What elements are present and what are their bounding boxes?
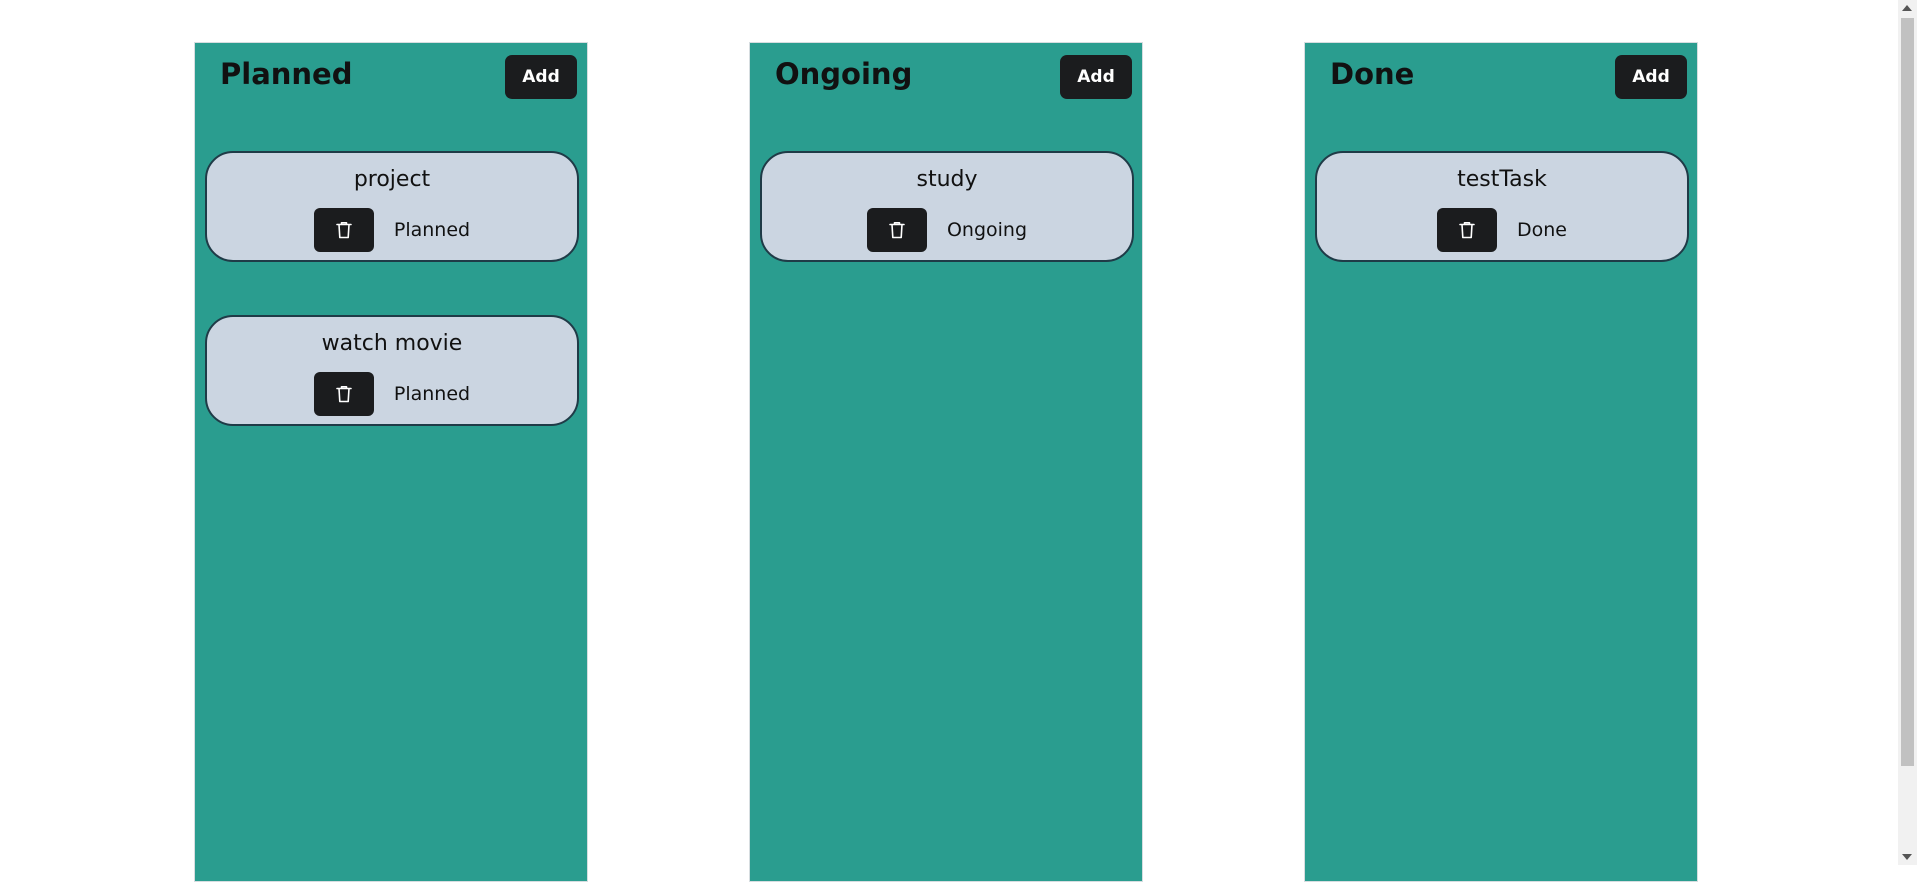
scrollbar-thumb[interactable]: [1901, 18, 1914, 766]
task-actions: Done: [1317, 208, 1687, 252]
delete-task-button[interactable]: [866, 208, 927, 252]
delete-task-button[interactable]: [313, 372, 374, 416]
trash-icon: [336, 222, 352, 239]
task-title: watch movie: [321, 331, 463, 356]
task-card: watch movie Planned: [205, 315, 579, 426]
task-status: Planned: [393, 383, 471, 405]
column-planned: Planned Add project Planned watch movie: [194, 42, 588, 882]
column-title: Planned: [220, 57, 353, 91]
delete-task-button[interactable]: [313, 208, 374, 252]
vertical-scrollbar[interactable]: [1898, 0, 1917, 865]
task-title: project: [353, 167, 431, 192]
task-title: study: [916, 167, 978, 192]
add-task-button[interactable]: Add: [1060, 55, 1132, 99]
column-title: Done: [1330, 57, 1415, 91]
add-task-button[interactable]: Add: [1615, 55, 1687, 99]
task-status: Done: [1517, 219, 1567, 241]
task-card: project Planned: [205, 151, 579, 262]
trash-icon: [1459, 222, 1475, 239]
task-status: Planned: [393, 219, 471, 241]
trash-icon: [336, 386, 352, 403]
task-card: testTask Done: [1315, 151, 1689, 262]
delete-task-button[interactable]: [1437, 208, 1497, 252]
task-actions: Planned: [207, 372, 577, 416]
scroll-down-arrow-icon[interactable]: [1902, 854, 1912, 860]
task-card: study Ongoing: [760, 151, 1134, 262]
trash-icon: [889, 222, 905, 239]
task-status: Ongoing: [946, 219, 1028, 241]
task-actions: Planned: [207, 208, 577, 252]
kanban-board: Planned Add project Planned watch movie: [0, 0, 1898, 882]
column-title: Ongoing: [775, 57, 913, 91]
task-title: testTask: [1457, 167, 1547, 192]
scroll-up-arrow-icon[interactable]: [1902, 5, 1912, 11]
column-done: Done Add testTask Done: [1304, 42, 1698, 882]
add-task-button[interactable]: Add: [505, 55, 577, 99]
column-ongoing: Ongoing Add study Ongoing: [749, 42, 1143, 882]
task-actions: Ongoing: [762, 208, 1132, 252]
